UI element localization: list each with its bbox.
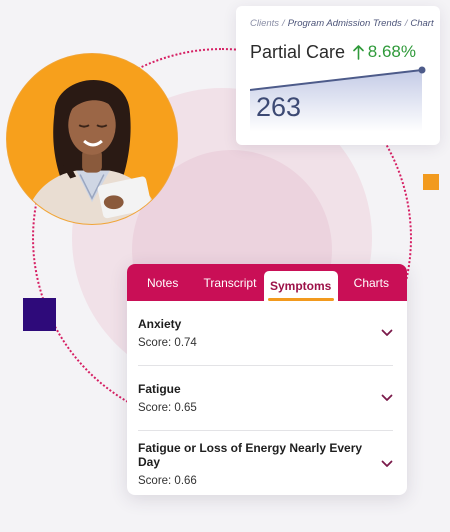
sparkline-end-point [418,66,426,74]
stat-change: 8.68% [352,42,416,62]
arrow-up-icon [352,44,364,60]
symptom-row-fatigue-loss-of-energy[interactable]: Fatigue or Loss of Energy Nearly Every D… [138,431,393,495]
symptom-score: Score: 0.66 [138,474,197,487]
tab-charts[interactable]: Charts [338,264,405,301]
breadcrumb-program-admission-trends[interactable]: Program Admission Trends [288,18,402,29]
symptom-name: Fatigue or Loss of Energy Nearly Every D… [138,440,363,469]
purple-square-decoration [23,298,56,331]
symptom-name: Fatigue [138,382,181,396]
tab-bar: Notes Transcript Symptoms Charts [127,264,407,301]
symptom-row-anxiety[interactable]: Anxiety Score: 0.74 [138,301,393,366]
symptoms-card: Notes Transcript Symptoms Charts Anxiety… [127,264,407,495]
person-with-tablet-image [7,54,177,224]
tab-notes[interactable]: Notes [129,264,196,301]
chevron-down-icon[interactable] [381,394,393,402]
tab-symptoms[interactable]: Symptoms [263,271,338,301]
breadcrumb-clients[interactable]: Clients [250,18,279,29]
symptom-list: Anxiety Score: 0.74 Fatigue Score: 0.65 … [127,301,407,495]
breadcrumb-chart: Chart [410,18,434,29]
breadcrumb-separator: / [282,18,285,29]
tab-transcript[interactable]: Transcript [196,264,263,301]
avatar [6,53,178,225]
breadcrumb: Clients / Program Admission Trends / Chart [250,18,434,29]
chevron-down-icon[interactable] [381,460,393,468]
stat-label: Partial Care [250,42,346,62]
orange-square-decoration [423,174,439,190]
chevron-down-icon[interactable] [381,329,393,337]
symptom-name: Anxiety [138,317,182,331]
symptom-score: Score: 0.65 [138,402,197,414]
stat-change-value: 8.68% [367,42,416,61]
stat-value: 263 [256,92,302,122]
breadcrumb-separator: / [404,18,408,29]
admission-trend-card: Clients / Program Admission Trends / Chart P… [236,6,440,145]
symptom-row-fatigue[interactable]: Fatigue Score: 0.65 [138,366,393,431]
symptom-score: Score: 0.74 [138,337,197,349]
